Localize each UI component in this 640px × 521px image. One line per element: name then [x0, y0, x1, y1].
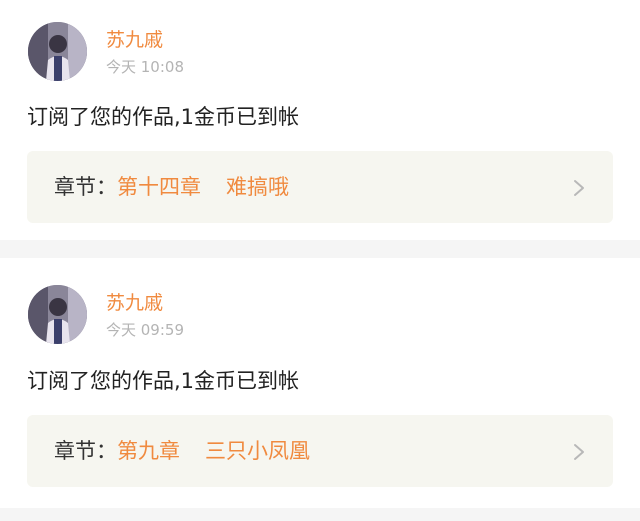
notification-message: 订阅了您的作品,1金币已到帐: [27, 369, 300, 393]
chevron-right-icon: [574, 444, 584, 460]
chapter-number: 第九章: [117, 439, 180, 463]
notification-feed: 苏九戚 今天 10:08 订阅了您的作品,1金币已到帐 章节：第十四章 难搞哦 苏…: [0, 0, 640, 521]
username[interactable]: 苏九戚: [106, 29, 163, 51]
username[interactable]: 苏九戚: [106, 292, 163, 314]
chapter-colon: ：: [96, 175, 117, 199]
chapter-title: 三只小凤凰: [205, 439, 310, 463]
avatar[interactable]: [28, 285, 87, 344]
chapter-key: 章节: [54, 439, 96, 463]
chapter-title: 难搞哦: [226, 175, 289, 199]
chapter-colon: ：: [96, 439, 117, 463]
notification-card: 苏九戚 今天 09:59 订阅了您的作品,1金币已到帐 章节：第九章 三只小凤凰: [0, 258, 640, 508]
chevron-right-icon: [574, 180, 584, 196]
timestamp: 今天 09:59: [106, 321, 184, 339]
chapter-link[interactable]: 章节：第九章 三只小凤凰: [27, 415, 613, 487]
chapter-key: 章节: [54, 175, 96, 199]
timestamp: 今天 10:08: [106, 58, 184, 76]
chapter-link[interactable]: 章节：第十四章 难搞哦: [27, 151, 613, 223]
chapter-line: 章节：第十四章 难搞哦: [54, 173, 289, 201]
notification-message: 订阅了您的作品,1金币已到帐: [27, 105, 300, 129]
chapter-line: 章节：第九章 三只小凤凰: [54, 437, 310, 465]
chapter-number: 第十四章: [117, 175, 201, 199]
avatar[interactable]: [28, 22, 87, 81]
notification-card: 苏九戚 今天 10:08 订阅了您的作品,1金币已到帐 章节：第十四章 难搞哦: [0, 0, 640, 240]
